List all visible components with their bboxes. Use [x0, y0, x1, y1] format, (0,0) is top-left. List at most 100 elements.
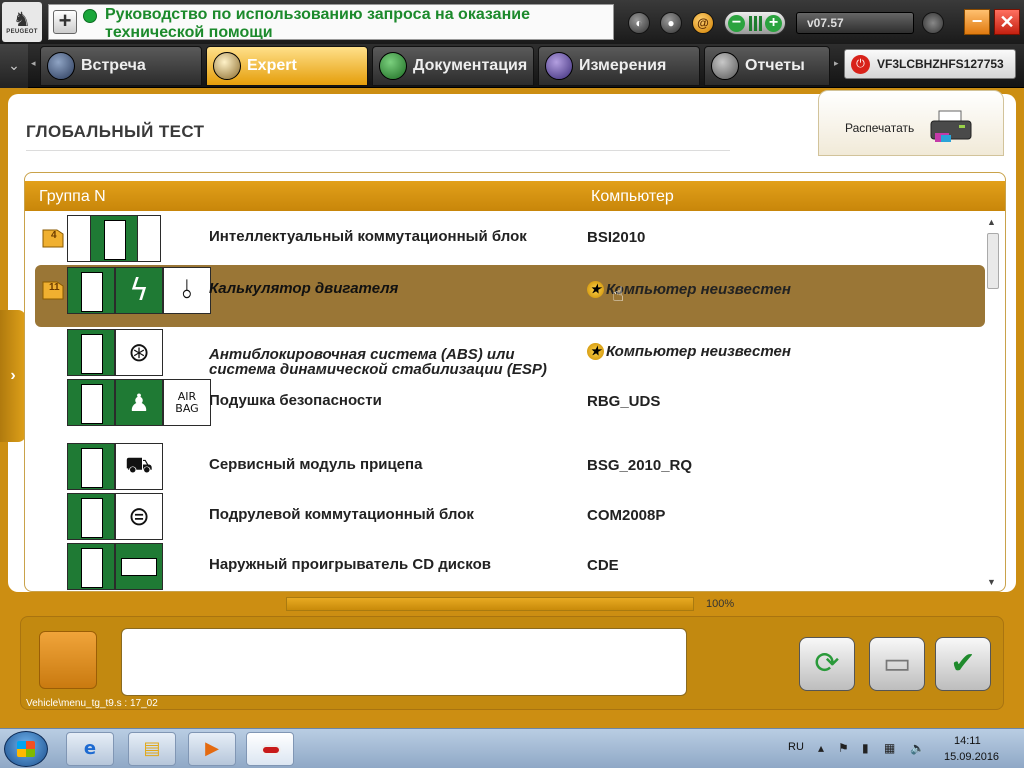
- peugeot-logo: ♞ PEUGEOT: [2, 2, 42, 42]
- ecu-icons: [67, 215, 161, 263]
- ecu-computer: COM2008P: [587, 507, 666, 524]
- start-button[interactable]: [4, 731, 48, 767]
- title-bar: ♞ PEUGEOT + Руководство по использованию…: [0, 0, 1024, 44]
- diagbox-taskbar-button[interactable]: [246, 732, 294, 766]
- user-icon[interactable]: ●: [660, 12, 682, 34]
- folder-icon[interactable]: ▤: [128, 732, 176, 766]
- minimize-button[interactable]: −: [964, 9, 990, 35]
- notice-box[interactable]: + Руководство по использованию запроса н…: [48, 4, 614, 40]
- clock-time[interactable]: 14:11: [954, 735, 981, 747]
- network-icon[interactable]: ▦: [884, 741, 895, 755]
- tab-label: Expert: [247, 57, 297, 74]
- battery-icon[interactable]: ▮: [862, 741, 869, 755]
- sound-icon[interactable]: ◐: [628, 12, 650, 34]
- notice-text[interactable]: Руководство по использованию запроса на …: [105, 6, 605, 39]
- status-dot-icon: [83, 9, 97, 23]
- close-button[interactable]: ✕: [994, 9, 1020, 35]
- print-button[interactable]: Распечатать: [818, 90, 1004, 156]
- book-icon: [379, 52, 407, 80]
- language-indicator[interactable]: RU: [788, 741, 804, 753]
- signal-bars-icon: [749, 16, 763, 31]
- mouse-cursor-icon: ☝: [612, 282, 625, 306]
- knob-icon[interactable]: [922, 12, 944, 34]
- ecu-name: Подушка безопасности: [209, 392, 382, 409]
- action-panel: ⟳ ▭ ✔: [20, 616, 1004, 710]
- tab-reports[interactable]: Отчеты: [704, 46, 830, 86]
- refresh-icon: ⟳: [814, 646, 840, 681]
- tab-label: Отчеты: [745, 57, 805, 74]
- media-player-icon[interactable]: ▶: [188, 732, 236, 766]
- connection-toggle[interactable]: − +: [724, 11, 786, 35]
- ecu-computer-text: Компьютер неизвестен: [606, 281, 791, 298]
- table-row[interactable]: 4 Интеллектуальный коммутационный блок B…: [35, 213, 985, 263]
- message-box: [121, 628, 687, 696]
- show-hidden-icon[interactable]: ▴: [818, 741, 824, 755]
- tab-expert[interactable]: Expert: [206, 46, 368, 86]
- vin-text: VF3LCBHZHFS127753: [877, 57, 1004, 71]
- table-header: Группа N Компьютер: [25, 181, 1005, 211]
- internet-explorer-icon[interactable]: e: [66, 732, 114, 766]
- abs-icon: ⊛: [115, 329, 163, 376]
- scroll-right-icon[interactable]: ▸: [834, 58, 839, 69]
- scan-button[interactable]: ▭: [869, 637, 925, 691]
- diagnostic-app-window: ♞ PEUGEOT + Руководство по использованию…: [0, 0, 1024, 768]
- tab-label: Встреча: [81, 57, 146, 74]
- volume-icon[interactable]: 🔈: [910, 741, 925, 755]
- tab-documentation[interactable]: Документация: [372, 46, 534, 86]
- flag-number: 11: [49, 282, 60, 293]
- waveform-icon: [545, 52, 573, 80]
- confirm-button[interactable]: ✔: [935, 637, 991, 691]
- side-panel-toggle[interactable]: ›: [0, 310, 26, 442]
- ecu-computer: BSI2010: [587, 229, 646, 246]
- tab-measurements[interactable]: Измерения: [538, 46, 700, 86]
- scroll-up-icon[interactable]: ▲: [987, 217, 996, 227]
- star-icon: ★: [587, 343, 604, 360]
- injector-icon: ⫰: [163, 267, 211, 314]
- ecu-computer-text: Компьютер неизвестен: [606, 343, 791, 360]
- ecu-name: Интеллектуальный коммутационный блок: [209, 228, 527, 245]
- plus-icon[interactable]: +: [765, 15, 782, 32]
- main-nav: ⌄ ◂ Встреча Expert Документация Измерени…: [0, 44, 1024, 88]
- vin-button[interactable]: ⏻ VF3LCBHZHFS127753: [844, 49, 1016, 79]
- ecu-icon: [67, 267, 115, 314]
- scroll-down-icon[interactable]: ▼: [987, 577, 996, 587]
- ecu-icons: ♟ AIR BAG: [67, 379, 211, 427]
- table-row[interactable]: ♟ AIR BAG Подушка безопасности RBG_UDS: [35, 377, 985, 427]
- ecu-icon: [67, 329, 115, 376]
- refresh-button[interactable]: ⟳: [799, 637, 855, 691]
- chevron-down-icon[interactable]: ⌄: [0, 44, 28, 88]
- print-label: Распечатать: [845, 121, 915, 135]
- table-row[interactable]: ⛟ Сервисный модуль прицепа BSG_2010_RQ: [35, 441, 985, 491]
- taskbar: e ▤ ▶ RU ▴ ⚑ ▮ ▦ 🔈 14:11 15.09.2016: [0, 728, 1024, 768]
- ecu-name: Подрулевой коммутационный блок: [209, 506, 474, 523]
- power-icon: ⏻: [851, 55, 870, 74]
- table-row[interactable]: Наружный проигрыватель CD дисков CDE: [35, 541, 985, 591]
- logo-text: PEUGEOT: [6, 29, 38, 35]
- column-header-group[interactable]: Группа N: [39, 188, 106, 206]
- trailer-icon: ⛟: [115, 443, 163, 490]
- report-icon: [711, 52, 739, 80]
- scroll-left-icon[interactable]: ◂: [31, 58, 36, 69]
- mail-icon[interactable]: @: [692, 12, 714, 34]
- column-header-computer[interactable]: Компьютер: [591, 188, 674, 206]
- ecu-icons: ϟ ⫰: [67, 267, 211, 315]
- action-center-icon[interactable]: ⚑: [838, 741, 849, 755]
- scroll-thumb[interactable]: [987, 233, 999, 289]
- airbag-icon: AIR BAG: [163, 379, 211, 426]
- minus-icon[interactable]: −: [728, 15, 745, 32]
- progress-bar: [286, 597, 694, 611]
- tab-meeting[interactable]: Встреча: [40, 46, 202, 86]
- printer-icon: [930, 110, 972, 142]
- table-row-selected[interactable]: 11 ϟ ⫰ Калькулятор двигателя ★ Компьютер …: [35, 265, 985, 327]
- ecu-icon: [67, 543, 115, 590]
- script-path: Vehicle\menu_tg_t9.s : 17_02: [26, 698, 158, 709]
- table-row[interactable]: ⊜ Подрулевой коммутационный блок COM2008…: [35, 491, 985, 541]
- table-row[interactable]: ⊛ Антиблокировочная система (ABS) или си…: [35, 327, 985, 377]
- clock-date[interactable]: 15.09.2016: [944, 751, 999, 763]
- ecu-icon: [67, 379, 115, 426]
- table-scrollbar[interactable]: ▲ ▼: [985, 217, 1001, 587]
- plus-icon[interactable]: +: [53, 10, 77, 34]
- ecu-name: Калькулятор двигателя: [209, 280, 399, 297]
- tab-label: Документация: [413, 57, 528, 74]
- flag-number: 4: [51, 230, 57, 241]
